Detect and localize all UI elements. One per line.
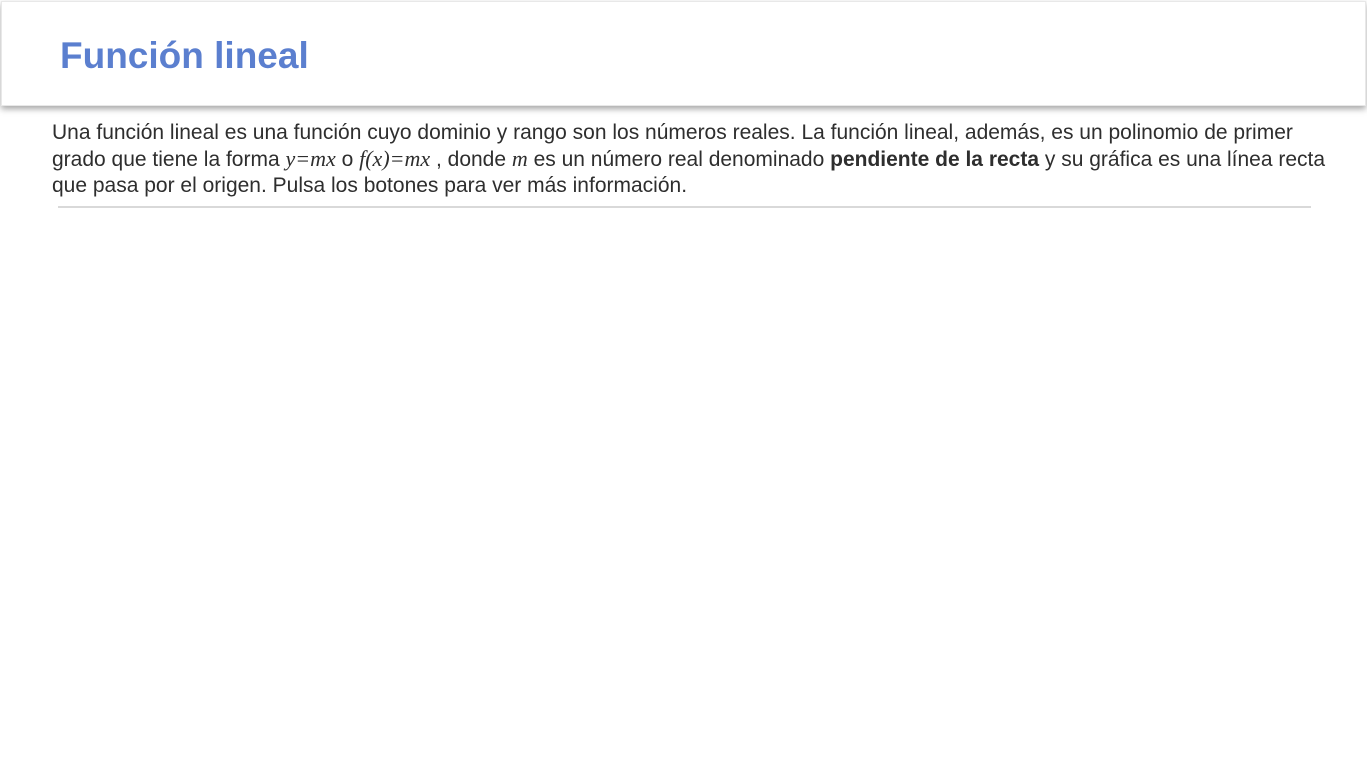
slide-page: Función lineal Una función lineal es una…: [0, 0, 1367, 769]
page-title: Función lineal: [60, 35, 309, 76]
intro-paragraph: Una función lineal es una función cuyo d…: [52, 120, 1327, 199]
header-bar: Función lineal: [1, 1, 1366, 106]
intro-text-3: es un número real denominado: [527, 148, 831, 171]
formula-fx-mx: f(x)=mx: [359, 146, 431, 171]
section-divider: [58, 206, 1311, 208]
intro-connector: o: [335, 148, 360, 171]
intro-section: Una función lineal es una función cuyo d…: [52, 120, 1327, 199]
slope-term: pendiente de la recta: [830, 148, 1040, 171]
variable-m: m: [511, 146, 528, 171]
intro-text-2: , donde: [430, 148, 512, 171]
formula-y-mx: y=mx: [285, 146, 336, 171]
